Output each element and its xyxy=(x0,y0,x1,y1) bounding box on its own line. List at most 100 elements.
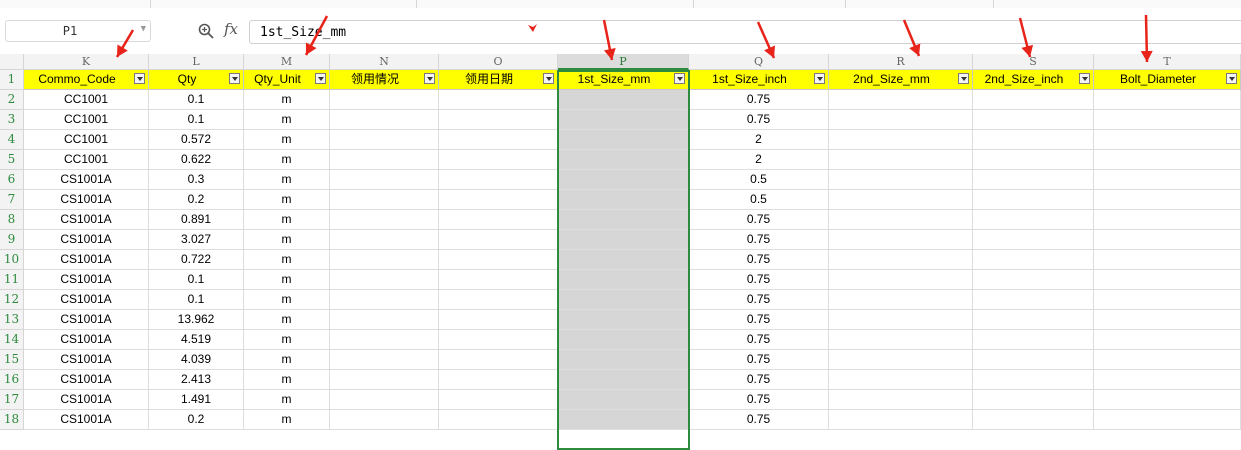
header-cell-o[interactable]: 领用日期 xyxy=(439,70,558,90)
row-header-8[interactable]: 8 xyxy=(0,210,24,230)
row-header-16[interactable]: 16 xyxy=(0,370,24,390)
table-cell[interactable]: 0.75 xyxy=(689,210,829,230)
row-header-11[interactable]: 11 xyxy=(0,270,24,290)
table-cell[interactable] xyxy=(330,230,439,250)
table-cell[interactable]: CS1001A xyxy=(24,170,149,190)
table-cell[interactable] xyxy=(973,150,1094,170)
column-header-k[interactable]: K xyxy=(24,54,149,70)
table-cell[interactable] xyxy=(558,230,689,250)
table-cell[interactable] xyxy=(330,150,439,170)
table-cell[interactable]: CS1001A xyxy=(24,350,149,370)
table-cell[interactable]: CS1001A xyxy=(24,190,149,210)
table-cell[interactable]: m xyxy=(244,170,330,190)
table-cell[interactable] xyxy=(439,310,558,330)
table-cell[interactable] xyxy=(439,250,558,270)
row-header-2[interactable]: 2 xyxy=(0,90,24,110)
column-header-o[interactable]: O xyxy=(439,54,558,70)
table-cell[interactable] xyxy=(439,90,558,110)
table-cell[interactable] xyxy=(829,210,973,230)
table-cell[interactable] xyxy=(558,330,689,350)
table-cell[interactable]: CC1001 xyxy=(24,130,149,150)
filter-dropdown-icon[interactable] xyxy=(1226,73,1237,84)
table-cell[interactable]: 0.75 xyxy=(689,410,829,430)
table-cell[interactable]: 1.491 xyxy=(149,390,244,410)
table-cell[interactable] xyxy=(558,110,689,130)
table-cell[interactable] xyxy=(439,410,558,430)
table-cell[interactable]: 0.75 xyxy=(689,390,829,410)
table-cell[interactable]: m xyxy=(244,90,330,110)
header-cell-n[interactable]: 领用情况 xyxy=(330,70,439,90)
table-cell[interactable] xyxy=(829,330,973,350)
table-cell[interactable]: 0.1 xyxy=(149,290,244,310)
row-header-15[interactable]: 15 xyxy=(0,350,24,370)
header-cell-k[interactable]: Commo_Code xyxy=(24,70,149,90)
table-cell[interactable] xyxy=(973,190,1094,210)
table-cell[interactable] xyxy=(829,130,973,150)
row-header-3[interactable]: 3 xyxy=(0,110,24,130)
table-cell[interactable]: m xyxy=(244,270,330,290)
row-header-7[interactable]: 7 xyxy=(0,190,24,210)
table-cell[interactable] xyxy=(439,390,558,410)
column-header-l[interactable]: L xyxy=(149,54,244,70)
table-cell[interactable] xyxy=(829,390,973,410)
table-cell[interactable] xyxy=(330,90,439,110)
table-cell[interactable] xyxy=(973,290,1094,310)
table-cell[interactable] xyxy=(330,290,439,310)
table-cell[interactable] xyxy=(330,350,439,370)
table-cell[interactable]: CS1001A xyxy=(24,270,149,290)
table-cell[interactable] xyxy=(973,410,1094,430)
header-cell-m[interactable]: Qty_Unit xyxy=(244,70,330,90)
table-cell[interactable] xyxy=(1094,410,1241,430)
column-header-m[interactable]: M xyxy=(244,54,330,70)
table-cell[interactable] xyxy=(973,210,1094,230)
table-cell[interactable]: 2.413 xyxy=(149,370,244,390)
table-cell[interactable] xyxy=(330,130,439,150)
table-cell[interactable] xyxy=(558,270,689,290)
table-cell[interactable] xyxy=(1094,330,1241,350)
row-header-14[interactable]: 14 xyxy=(0,330,24,350)
table-cell[interactable]: CS1001A xyxy=(24,370,149,390)
header-cell-l[interactable]: Qty xyxy=(149,70,244,90)
table-cell[interactable]: 13.962 xyxy=(149,310,244,330)
table-cell[interactable]: m xyxy=(244,330,330,350)
table-cell[interactable] xyxy=(330,110,439,130)
table-cell[interactable] xyxy=(973,90,1094,110)
table-cell[interactable] xyxy=(330,270,439,290)
table-cell[interactable] xyxy=(973,330,1094,350)
chevron-down-icon[interactable]: ▼ xyxy=(141,24,146,34)
header-cell-t[interactable]: Bolt_Diameter xyxy=(1094,70,1241,90)
table-cell[interactable]: m xyxy=(244,190,330,210)
table-cell[interactable] xyxy=(1094,210,1241,230)
table-cell[interactable] xyxy=(330,250,439,270)
formula-input[interactable]: 1st_Size_mm xyxy=(249,20,1241,44)
table-cell[interactable]: CS1001A xyxy=(24,410,149,430)
table-cell[interactable]: m xyxy=(244,250,330,270)
table-cell[interactable] xyxy=(330,390,439,410)
table-cell[interactable] xyxy=(558,310,689,330)
zoom-icon[interactable] xyxy=(197,22,215,40)
table-cell[interactable] xyxy=(1094,90,1241,110)
filter-dropdown-icon[interactable] xyxy=(1079,73,1090,84)
table-cell[interactable]: 0.1 xyxy=(149,90,244,110)
table-cell[interactable] xyxy=(558,210,689,230)
table-cell[interactable]: 0.75 xyxy=(689,90,829,110)
table-cell[interactable] xyxy=(829,170,973,190)
table-cell[interactable]: m xyxy=(244,130,330,150)
table-cell[interactable] xyxy=(973,110,1094,130)
table-cell[interactable]: 2 xyxy=(689,130,829,150)
table-cell[interactable] xyxy=(973,390,1094,410)
table-cell[interactable] xyxy=(973,230,1094,250)
table-cell[interactable] xyxy=(439,170,558,190)
filter-dropdown-icon[interactable] xyxy=(134,73,145,84)
table-cell[interactable]: 0.1 xyxy=(149,110,244,130)
table-cell[interactable] xyxy=(439,330,558,350)
table-cell[interactable] xyxy=(829,110,973,130)
table-cell[interactable]: 0.75 xyxy=(689,270,829,290)
table-cell[interactable]: CC1001 xyxy=(24,150,149,170)
table-cell[interactable] xyxy=(439,290,558,310)
row-header-13[interactable]: 13 xyxy=(0,310,24,330)
table-cell[interactable] xyxy=(1094,190,1241,210)
filter-dropdown-icon[interactable] xyxy=(674,73,685,84)
table-cell[interactable]: 4.039 xyxy=(149,350,244,370)
table-cell[interactable] xyxy=(439,210,558,230)
